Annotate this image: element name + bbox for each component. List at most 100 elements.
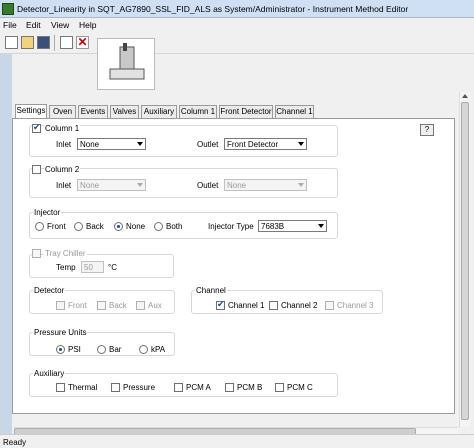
injector-both-radio[interactable] — [154, 222, 163, 231]
detector-back-checkbox[interactable] — [97, 301, 106, 310]
detector-front-label: Front — [68, 301, 87, 310]
tab-channel-1[interactable]: Channel 1 — [275, 105, 314, 118]
channel-1-label: Channel 1 — [228, 301, 265, 310]
window-title: Detector_Linearity in SQT_AG7890_SSL_FID… — [17, 4, 409, 14]
dropdown-arrow-icon — [318, 224, 324, 228]
aux-pcm-a-label: PCM A — [186, 383, 211, 392]
channel-title: Channel — [195, 286, 227, 295]
detector-back-label: Back — [109, 301, 127, 310]
detector-aux-checkbox[interactable] — [136, 301, 145, 310]
tab-settings[interactable]: Settings — [15, 104, 47, 119]
tray-chiller-label: Tray Chiller — [44, 249, 87, 258]
tab-auxiliary[interactable]: Auxiliary — [141, 105, 177, 118]
injector-title: Injector — [33, 208, 62, 217]
aux-pressure-label: Pressure — [123, 383, 156, 392]
aux-thermal-checkbox[interactable] — [56, 383, 65, 392]
detector-front-checkbox[interactable] — [56, 301, 65, 310]
column2-outlet-select[interactable]: None — [224, 179, 307, 191]
pressure-psi-label: PSI — [68, 345, 81, 354]
tab-column-1[interactable]: Column 1 — [179, 105, 217, 118]
scroll-up-icon[interactable] — [462, 94, 468, 98]
dropdown-arrow-icon — [298, 183, 304, 187]
delete-icon[interactable]: ✕ — [76, 36, 89, 49]
column1-inlet-select[interactable]: None — [77, 138, 146, 150]
injector-back-label: Back — [86, 222, 104, 231]
pressure-kpa-radio[interactable] — [139, 345, 148, 354]
copy-icon[interactable] — [60, 36, 73, 49]
pressure-psi-radio[interactable] — [56, 345, 65, 354]
aux-pcm-b-label: PCM B — [237, 383, 263, 392]
injector-none-label: None — [126, 222, 146, 231]
channel-1-checkbox[interactable]: ✔ — [216, 299, 225, 310]
tray-temp-label: Temp — [56, 263, 76, 272]
aux-pcm-b-checkbox[interactable] — [225, 383, 234, 392]
channel-2-checkbox[interactable] — [269, 301, 278, 310]
pressure-kpa-label: kPA — [151, 345, 166, 354]
pressure-bar-label: Bar — [109, 345, 122, 354]
open-folder-icon[interactable] — [21, 36, 34, 49]
vertical-scrollbar[interactable] — [459, 92, 470, 427]
dropdown-arrow-icon — [137, 142, 143, 146]
aux-pcm-a-checkbox[interactable] — [174, 383, 183, 392]
check-icon: ✔ — [217, 299, 225, 309]
aux-pressure-checkbox[interactable] — [111, 383, 120, 392]
tab-events[interactable]: Events — [78, 105, 108, 118]
channel-2-label: Channel 2 — [281, 301, 318, 310]
aux-pcm-c-label: PCM C — [287, 383, 313, 392]
injector-type-label: Injector Type — [208, 222, 254, 231]
column1-outlet-select[interactable]: Front Detector — [224, 138, 307, 150]
column2-inlet-label: Inlet — [56, 181, 72, 190]
left-strip — [0, 54, 12, 434]
tray-temp-input[interactable]: 50 — [81, 261, 104, 273]
injector-front-radio[interactable] — [35, 222, 44, 231]
tab-front-detector[interactable]: Front Detector — [219, 105, 273, 118]
tab-oven[interactable]: Oven — [49, 105, 76, 118]
tray-temp-unit: °C — [108, 263, 117, 272]
help-button[interactable]: ? — [420, 124, 434, 136]
detector-aux-label: Aux — [148, 301, 162, 310]
dropdown-arrow-icon — [298, 142, 304, 146]
pressure-bar-radio[interactable] — [97, 345, 106, 354]
channel-3-label: Channel 3 — [337, 301, 374, 310]
column1-label: Column 1 — [44, 124, 81, 133]
instrument-icon[interactable] — [98, 39, 154, 89]
column2-outlet-label: Outlet — [197, 181, 219, 190]
dropdown-arrow-icon — [137, 183, 143, 187]
instrument-panel — [97, 38, 155, 90]
new-icon[interactable] — [5, 36, 18, 49]
vertical-scroll-thumb[interactable] — [461, 102, 469, 420]
menu-file[interactable]: File — [3, 20, 17, 30]
menu-help[interactable]: Help — [79, 20, 96, 30]
injector-both-label: Both — [166, 222, 183, 231]
title-bar: Detector_Linearity in SQT_AG7890_SSL_FID… — [0, 0, 474, 18]
status-text: Ready — [3, 438, 27, 447]
aux-pcm-c-checkbox[interactable] — [275, 383, 284, 392]
tray-chiller-checkbox[interactable] — [32, 249, 41, 258]
column2-checkbox[interactable] — [32, 165, 41, 174]
channel-3-checkbox[interactable] — [325, 301, 334, 310]
aux-thermal-label: Thermal — [68, 383, 98, 392]
menu-edit[interactable]: Edit — [26, 20, 41, 30]
column1-outlet-label: Outlet — [197, 140, 219, 149]
injector-front-label: Front — [47, 222, 66, 231]
toolbar-separator — [54, 35, 55, 51]
column1-inlet-label: Inlet — [56, 140, 72, 149]
column1-checkbox[interactable]: ✔ — [32, 122, 41, 133]
column2-label: Column 2 — [44, 165, 81, 174]
injector-back-radio[interactable] — [74, 222, 83, 231]
injector-type-select[interactable]: 7683B — [258, 220, 327, 232]
status-bar: Ready — [0, 434, 474, 448]
menu-bar: File Edit View Help — [0, 18, 474, 32]
column2-inlet-select[interactable]: None — [77, 179, 146, 191]
app-icon — [2, 3, 14, 15]
auxiliary-title: Auxiliary — [33, 369, 66, 378]
check-icon: ✔ — [33, 122, 41, 132]
injector-none-radio[interactable] — [114, 222, 123, 231]
pressure-units-title: Pressure Units — [33, 328, 88, 337]
menu-view[interactable]: View — [51, 20, 69, 30]
toolbar: ✕ — [0, 32, 474, 54]
settings-page: ? ✔ Column 1 Inlet None Outlet Front Det… — [12, 118, 455, 414]
detector-title: Detector — [33, 286, 66, 295]
save-icon[interactable] — [37, 36, 50, 49]
tab-valves[interactable]: Valves — [110, 105, 139, 118]
